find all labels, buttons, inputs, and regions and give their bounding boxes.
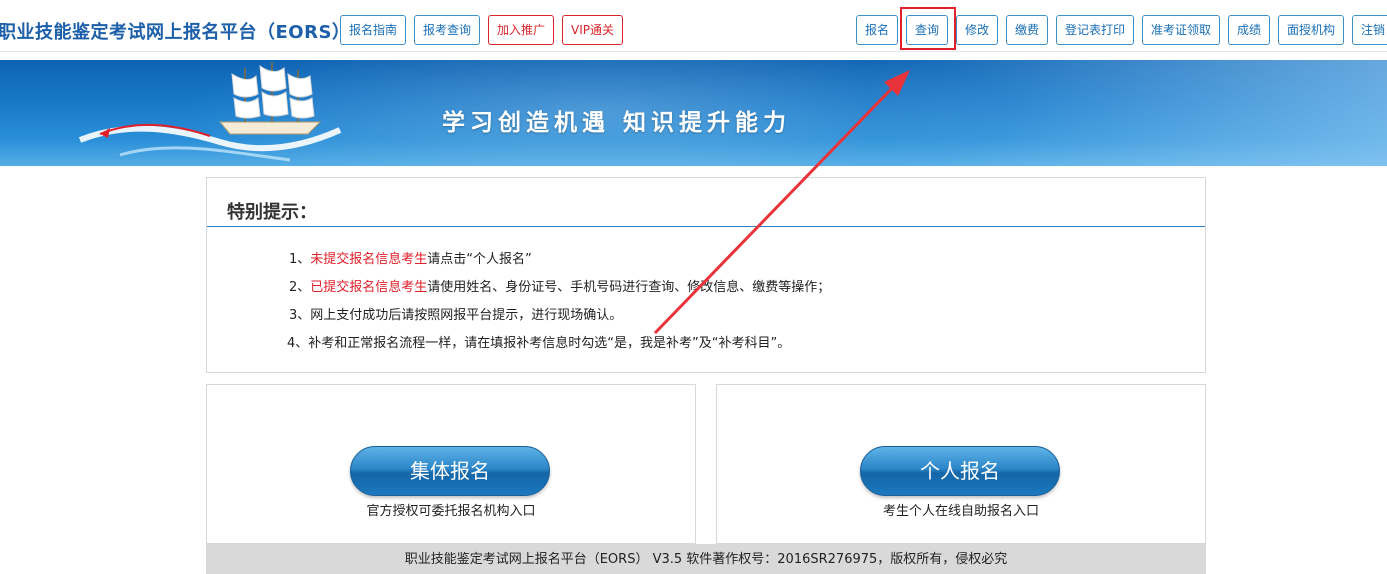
nav-print-form-button[interactable]: 登记表打印 xyxy=(1056,15,1135,45)
nav-vip-button[interactable]: VIP通关 xyxy=(562,15,623,45)
individual-registration-button[interactable]: 个人报名 xyxy=(860,446,1060,496)
banner-fade xyxy=(867,60,1387,166)
nav-scores-button[interactable]: 成绩 xyxy=(1228,15,1271,45)
nav-logout-button[interactable]: 注销 xyxy=(1352,15,1387,45)
nav-admission-ticket-button[interactable]: 准考证领取 xyxy=(1142,15,1221,45)
site-title: 职业技能鉴定考试网上报名平台（EORS） xyxy=(0,22,351,43)
special-notice-panel: 特别提示： 1、未提交报名信息考生请点击“个人报名” 2、已提交报名信息考生请使… xyxy=(206,177,1206,373)
nav-promotion-button[interactable]: 加入推广 xyxy=(488,15,555,45)
notice-line-1: 1、未提交报名信息考生请点击“个人报名” xyxy=(289,252,532,267)
group-registration-panel: 集体报名 官方授权可委托报名机构入口 xyxy=(206,384,696,544)
notice-line-2: 2、已提交报名信息考生请使用姓名、身份证号、手机号码进行查询、修改信息、缴费等操… xyxy=(289,280,831,295)
query-highlight-box xyxy=(900,7,956,50)
notice-line-4: 4、补考和正常报名流程一样，请在填报补考信息时勾选“是，我是补考”及“补考科目”… xyxy=(287,336,791,351)
nav-training-institutions-button[interactable]: 面授机构 xyxy=(1278,15,1345,45)
group-registration-subtitle: 官方授权可委托报名机构入口 xyxy=(366,504,536,519)
page: 职业技能鉴定考试网上报名平台（EORS） 报名指南 报考查询 加入推广 VIP通… xyxy=(0,0,1387,574)
notice-line-3: 3、网上支付成功后请按照网报平台提示，进行现场确认。 xyxy=(289,308,623,323)
sailing-ship-icon xyxy=(78,62,342,162)
individual-registration-panel: 个人报名 考生个人在线自助报名入口 xyxy=(716,384,1206,544)
nav-exam-query-button[interactable]: 报考查询 xyxy=(414,15,481,45)
nav-guide-button[interactable]: 报名指南 xyxy=(340,15,407,45)
nav-payment-button[interactable]: 缴费 xyxy=(1006,15,1049,45)
banner-slogan: 学习创造机遇 知识提升能力 xyxy=(442,109,792,136)
notice-divider xyxy=(207,226,1205,227)
nav-modify-button[interactable]: 修改 xyxy=(956,15,999,45)
top-bar: 职业技能鉴定考试网上报名平台（EORS） 报名指南 报考查询 加入推广 VIP通… xyxy=(0,0,1387,52)
notice-title: 特别提示： xyxy=(227,202,317,223)
nav-register-button[interactable]: 报名 xyxy=(856,15,899,45)
group-registration-button[interactable]: 集体报名 xyxy=(350,446,550,496)
individual-registration-subtitle: 考生个人在线自助报名入口 xyxy=(882,504,1039,519)
banner: 学习创造机遇 知识提升能力 xyxy=(0,60,1387,166)
footer-copyright: 职业技能鉴定考试网上报名平台（EORS） V3.5 软件著作权号：2016SR2… xyxy=(206,544,1206,574)
